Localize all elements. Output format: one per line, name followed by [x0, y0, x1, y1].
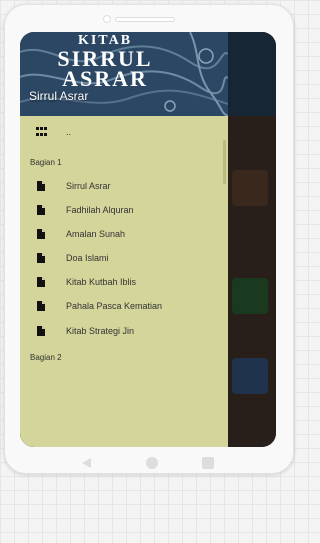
- document-icon: [37, 253, 45, 263]
- menu-item-label: ..: [66, 127, 72, 137]
- book-title-art: KITAB SIRRUL ASRAR: [20, 32, 190, 91]
- menu-item-sirrul-asrar[interactable]: Sirrul Asrar: [20, 174, 228, 198]
- menu-item-label: Kitab Strategi Jin: [66, 326, 135, 336]
- phone-top-bar: [103, 15, 197, 23]
- book-title-line: ASRAR: [62, 66, 148, 91]
- document-icon: [37, 181, 45, 191]
- app-screen: KITAB SIRRUL ASRAR Sirrul Asrar .. Bagia…: [20, 32, 276, 447]
- home-icon[interactable]: [146, 457, 158, 469]
- menu-item-fadhilah-alquran[interactable]: Fadhilah Alquran: [20, 198, 228, 222]
- phone-frame: KITAB SIRRUL ASRAR Sirrul Asrar .. Bagia…: [4, 4, 294, 474]
- section-label: Bagian 1: [30, 158, 62, 167]
- document-icon: [37, 326, 45, 336]
- menu-item-label: Fadhilah Alquran: [66, 205, 134, 215]
- section-label: Bagian 2: [30, 353, 62, 362]
- document-icon: [37, 205, 45, 215]
- menu-item-label: Amalan Sunah: [66, 229, 126, 239]
- phone-nav-bar: [20, 451, 276, 475]
- navigation-drawer: KITAB SIRRUL ASRAR Sirrul Asrar .. Bagia…: [20, 32, 228, 447]
- menu-item-amalan-sunah[interactable]: Amalan Sunah: [20, 222, 228, 246]
- camera-icon: [103, 15, 111, 23]
- drawer-header-caption: Sirrul Asrar: [29, 89, 89, 103]
- menu-item-label: Pahala Pasca Kematian: [66, 301, 163, 311]
- document-icon: [37, 301, 45, 311]
- document-icon: [37, 229, 45, 239]
- document-icon: [37, 277, 45, 287]
- menu-item-label: Sirrul Asrar: [66, 181, 111, 191]
- menu-item-label: Kitab Kutbah Iblis: [66, 277, 137, 287]
- back-icon[interactable]: [82, 458, 91, 468]
- recent-apps-icon[interactable]: [202, 457, 214, 469]
- grid-icon: [36, 127, 47, 137]
- menu-item-kitab-strategi-jin[interactable]: Kitab Strategi Jin: [20, 319, 228, 343]
- speaker-icon: [115, 16, 175, 22]
- menu-item-doa-islami[interactable]: Doa Islami: [20, 246, 228, 270]
- drawer-header: KITAB SIRRUL ASRAR Sirrul Asrar: [20, 32, 228, 116]
- menu-item-kitab-kutbah-iblis[interactable]: Kitab Kutbah Iblis: [20, 270, 228, 294]
- menu-item-label: Doa Islami: [66, 253, 109, 263]
- menu-item-pahala-pasca-kematian[interactable]: Pahala Pasca Kematian: [20, 294, 228, 318]
- menu-item-top[interactable]: ..: [20, 120, 228, 144]
